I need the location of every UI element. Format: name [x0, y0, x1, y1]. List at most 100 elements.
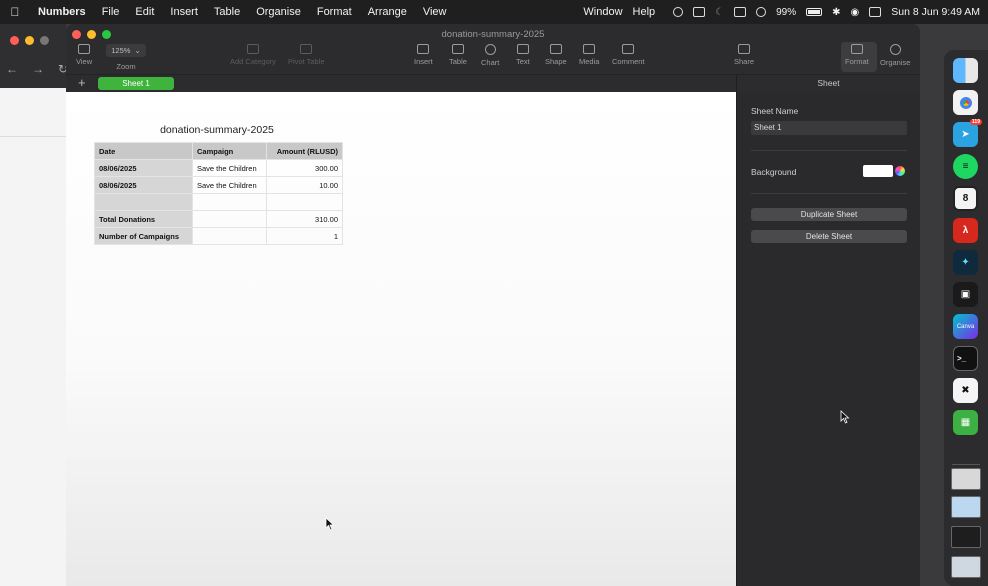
table-cell[interactable] — [192, 210, 267, 228]
minimized-window-thumbnail[interactable] — [951, 556, 981, 578]
browser-minimize-icon[interactable] — [25, 36, 34, 45]
chrome-icon[interactable] — [953, 90, 978, 115]
organise-icon — [889, 44, 901, 55]
display-icon[interactable] — [734, 7, 747, 17]
media-button[interactable]: Media — [579, 44, 599, 66]
menu-table[interactable]: Table — [206, 6, 248, 18]
terminal-icon[interactable]: >_ — [953, 346, 978, 371]
menu-window[interactable]: Window — [583, 6, 622, 18]
app-icon[interactable]: ▣ — [953, 282, 978, 307]
minimized-window-thumbnail[interactable] — [951, 468, 981, 490]
menu-file[interactable]: File — [94, 6, 128, 18]
menu-format[interactable]: Format — [309, 6, 360, 18]
menu-edit[interactable]: Edit — [127, 6, 162, 18]
menu-view[interactable]: View — [415, 6, 455, 18]
header-amount[interactable]: Amount (RLUSD) — [266, 142, 343, 160]
menu-arrange[interactable]: Arrange — [360, 6, 415, 18]
pivot-table-icon — [300, 44, 313, 54]
back-arrow-icon[interactable]: ← — [6, 62, 18, 76]
color-wheel-icon[interactable] — [895, 166, 905, 176]
minimized-window-thumbnail[interactable] — [951, 526, 981, 548]
table-cell[interactable]: 10.00 — [266, 176, 343, 194]
table-header-row: Date Campaign Amount (RLUSD) — [94, 142, 343, 160]
browser-toolbar: ← → ↻ — [0, 24, 68, 88]
header-campaign[interactable]: Campaign — [192, 142, 267, 160]
organise-button[interactable]: Organise — [880, 44, 910, 67]
wifi-icon[interactable]: ◉ — [851, 7, 860, 18]
add-sheet-button[interactable]: + — [78, 75, 86, 91]
canva-icon[interactable]: Canva — [953, 314, 978, 339]
text-button[interactable]: Text — [516, 44, 530, 66]
forward-arrow-icon[interactable]: → — [32, 62, 44, 76]
view-button[interactable]: View — [76, 44, 92, 66]
menu-insert[interactable]: Insert — [162, 6, 206, 18]
duplicate-sheet-button[interactable]: Duplicate Sheet — [751, 208, 907, 221]
table-button[interactable]: Table — [449, 44, 467, 66]
moon-icon[interactable]: ☾ — [715, 7, 724, 18]
table-cell[interactable]: 1 — [266, 227, 343, 245]
control-center-icon[interactable] — [869, 7, 882, 17]
browser-close-icon[interactable] — [10, 36, 19, 45]
table-cell[interactable] — [266, 193, 343, 211]
comment-button[interactable]: Comment — [612, 44, 645, 66]
telegram-icon[interactable]: ➤ 119 — [953, 119, 982, 147]
inspector-header: Sheet — [736, 75, 920, 93]
donation-table[interactable]: Date Campaign Amount (RLUSD) 08/06/2025 … — [94, 142, 343, 245]
apple-menu-icon[interactable]:  — [0, 5, 30, 19]
calendar-status-icon[interactable] — [693, 7, 706, 17]
table-cell[interactable]: 300.00 — [266, 159, 343, 177]
background-label: Background — [751, 167, 797, 177]
browser-nav: ← → ↻ — [6, 62, 68, 76]
table-cell[interactable]: Number of Campaigns — [94, 227, 193, 245]
table-row: 08/06/2025 Save the Children 10.00 — [94, 176, 343, 194]
menu-organise[interactable]: Organise — [248, 6, 309, 18]
zoom-caption: Zoom — [116, 62, 136, 71]
add-category-button[interactable]: Add Category — [230, 44, 276, 66]
datetime[interactable]: Sun 8 Jun 9:49 AM — [891, 6, 980, 18]
format-button[interactable]: Format — [845, 44, 869, 66]
numbers-icon[interactable]: ▦ — [953, 410, 978, 435]
acrobat-icon[interactable]: λ — [953, 218, 978, 243]
minimized-window-thumbnail[interactable] — [951, 496, 981, 518]
table-cell[interactable]: Save the Children — [192, 159, 267, 177]
pivot-table-button[interactable]: Pivot Table — [288, 44, 325, 66]
table-cell[interactable]: 08/06/2025 — [94, 159, 193, 177]
table-cell[interactable] — [94, 193, 193, 211]
dock: ➤ 119 ≡ 8 λ ✦ ▣ Canva >_ ✖ ▦ — [944, 50, 988, 586]
document-title[interactable]: donation-summary-2025 — [66, 29, 920, 40]
chart-button[interactable]: Chart — [481, 44, 499, 67]
header-date[interactable]: Date — [94, 142, 193, 160]
table-cell[interactable]: 310.00 — [266, 210, 343, 228]
play-icon[interactable] — [756, 7, 767, 17]
battery-icon[interactable] — [806, 8, 823, 16]
tab-sheet-1[interactable]: Sheet 1 — [98, 77, 174, 90]
bluetooth-icon[interactable]: ✱ — [832, 7, 840, 18]
insert-button[interactable]: Insert — [414, 44, 433, 66]
record-icon[interactable] — [673, 7, 684, 17]
sheet-canvas[interactable]: donation-summary-2025 Date Campaign Amou… — [66, 92, 736, 586]
table-cell[interactable]: Total Donations — [94, 210, 193, 228]
browser-zoom-icon[interactable] — [40, 36, 49, 45]
shape-button[interactable]: Shape — [545, 44, 567, 66]
table-cell[interactable]: 08/06/2025 — [94, 176, 193, 194]
app-menu[interactable]: Numbers — [30, 6, 94, 18]
table-cell[interactable] — [192, 193, 267, 211]
finder-icon[interactable] — [953, 58, 978, 83]
inspector-divider — [751, 150, 907, 151]
share-button[interactable]: Share — [734, 44, 754, 66]
comment-icon — [622, 44, 635, 54]
app-icon[interactable]: ✦ — [953, 250, 978, 275]
calendar-icon[interactable]: 8 — [953, 186, 978, 211]
zoom-select[interactable]: 125% ⌄ — [106, 44, 146, 57]
telegram-badge: 119 — [969, 119, 982, 125]
sheet-name-label: Sheet Name — [751, 106, 799, 116]
table-title[interactable]: donation-summary-2025 — [94, 124, 340, 136]
table-cell[interactable]: Save the Children — [192, 176, 267, 194]
capcut-icon[interactable]: ✖ — [953, 378, 978, 403]
background-color-swatch[interactable] — [863, 165, 893, 177]
spotify-icon[interactable]: ≡ — [953, 154, 978, 179]
table-cell[interactable] — [192, 227, 267, 245]
menu-help[interactable]: Help — [633, 6, 656, 18]
sheet-name-input[interactable]: Sheet 1 — [751, 121, 907, 135]
delete-sheet-button[interactable]: Delete Sheet — [751, 230, 907, 243]
